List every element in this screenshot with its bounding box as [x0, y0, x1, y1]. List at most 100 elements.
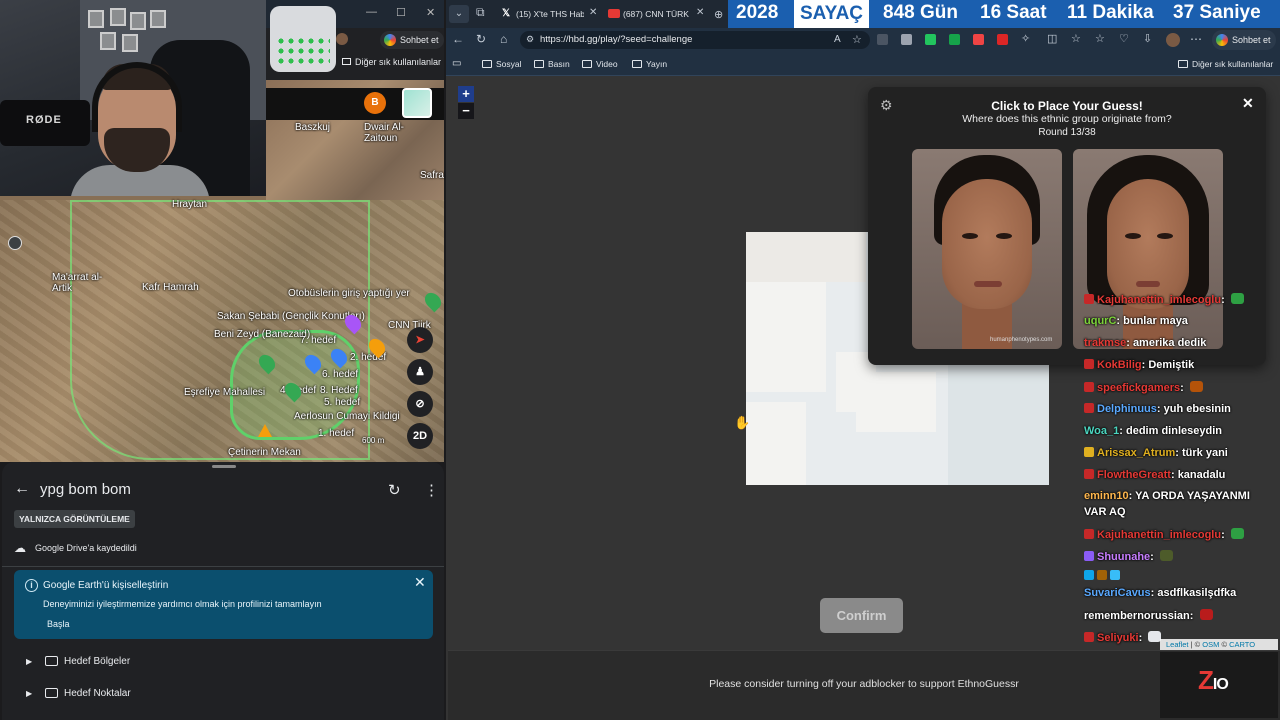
tab-close-icon[interactable]: ✕ — [589, 7, 597, 18]
pegman-icon[interactable]: ♟ — [407, 359, 433, 385]
downloads-icon[interactable]: ⇩ — [1143, 32, 1152, 45]
favorite-star-icon[interactable]: ☆ — [852, 33, 862, 46]
webcam-feed: RØDE — [0, 0, 266, 200]
bookmark-folder[interactable]: Sosyal — [496, 59, 522, 69]
expand-caret-icon[interactable]: ▶ — [26, 657, 32, 666]
scale-label: 600 m — [362, 436, 385, 445]
translate-icon[interactable]: A — [834, 34, 841, 45]
refresh-icon[interactable]: ↻ — [388, 481, 401, 499]
bookmark-folder[interactable]: Yayın — [646, 59, 667, 69]
avatar[interactable] — [1166, 33, 1180, 47]
folder-icon — [1178, 60, 1188, 68]
folder-item[interactable]: Hedef Bölgeler — [64, 656, 130, 667]
map-layers-button[interactable] — [402, 88, 432, 118]
map-land — [746, 232, 866, 282]
browser-essentials-icon[interactable]: ♡ — [1119, 32, 1129, 45]
chat-text: YA ORDA YAŞAYANMI — [1135, 490, 1250, 502]
personalize-start-link[interactable]: Başla — [47, 619, 70, 629]
panel-drag-handle[interactable] — [212, 465, 236, 468]
wall-frame — [150, 10, 166, 28]
tilt-icon[interactable]: ⊘ — [407, 391, 433, 417]
more-vert-icon[interactable]: ⋮ — [424, 481, 439, 499]
folder-icon — [45, 688, 58, 698]
site-info-icon[interactable]: ⚙ — [526, 34, 534, 45]
expand-caret-icon[interactable]: ▶ — [26, 689, 32, 698]
mini-chat-button[interactable]: Sohbet et — [380, 31, 444, 49]
tab-close-icon[interactable]: ✕ — [696, 7, 704, 18]
mini-bookmark-label: Diğer sık kullanılanlar — [355, 57, 442, 67]
marker-label: 5. hedef — [324, 397, 361, 408]
image-credit: humanphenotypes.com — [990, 337, 1053, 343]
compass-icon[interactable]: ➤ — [407, 327, 433, 353]
account-avatar[interactable]: B — [364, 92, 386, 114]
chat-message: eminn10: YA ORDA YAŞAYANMI — [1084, 490, 1250, 502]
extension-icon[interactable] — [997, 34, 1008, 45]
zoom-out-button[interactable]: − — [458, 103, 474, 119]
chat-text: asdflkasilşdfka — [1157, 587, 1237, 599]
reload-icon[interactable]: ↻ — [476, 32, 486, 46]
map-sea — [948, 362, 1049, 485]
chat-username: KokBilig — [1097, 359, 1142, 371]
location-icon[interactable] — [8, 236, 22, 250]
back-arrow-icon[interactable]: ← — [452, 32, 464, 46]
chat-text: VAR AQ — [1084, 506, 1126, 518]
extension-icon[interactable] — [901, 34, 912, 45]
close-icon[interactable]: ✕ — [426, 6, 435, 19]
tab-actions-icon[interactable]: ⧉ — [476, 5, 485, 20]
chat-button-label: Sohbet et — [1232, 35, 1271, 45]
extension-icon[interactable] — [973, 34, 984, 45]
extension-icon[interactable] — [877, 34, 888, 45]
marker-label: 1. hedef — [318, 428, 355, 439]
zoom-in-button[interactable]: + — [458, 86, 474, 102]
attribution-link[interactable]: OSM — [1202, 640, 1219, 649]
reading-view-icon[interactable]: ▭ — [452, 58, 461, 69]
tab-title[interactable]: (15) X'te THS Haber — [516, 9, 584, 19]
emote-icon — [1230, 293, 1244, 304]
collections-icon[interactable]: ☆ — [1095, 32, 1105, 45]
other-bookmarks[interactable]: Diğer sık kullanılanlar — [1192, 59, 1273, 69]
split-screen-icon[interactable]: ◫ — [1047, 32, 1057, 45]
counter-minutes: 11 Dakika — [1067, 2, 1154, 23]
attribution-link[interactable]: Leaflet — [1166, 640, 1189, 649]
place-label: Hraytan — [172, 199, 208, 210]
chat-message: KokBilig: Demiştik — [1084, 359, 1194, 371]
info-icon: i — [25, 579, 38, 592]
favorites-icon[interactable]: ☆ — [1071, 32, 1081, 45]
cloud-done-icon: ☁ — [14, 541, 26, 555]
extension-icon[interactable] — [925, 34, 936, 45]
bookmark-folder[interactable]: Video — [596, 59, 618, 69]
chat-username: Delphinuus — [1097, 403, 1157, 415]
confirm-button[interactable]: Confirm — [820, 598, 903, 633]
tab-search-icon[interactable]: ⌄ — [449, 5, 469, 23]
close-icon[interactable]: ✕ — [414, 574, 426, 591]
counter-days: 848 Gün — [883, 2, 958, 23]
map-land — [746, 402, 806, 485]
jar-balls — [276, 36, 330, 66]
warning-marker[interactable] — [258, 424, 272, 437]
chat-message: Shuunahe: — [1084, 550, 1173, 563]
mode-2d-button[interactable]: 2D — [407, 423, 433, 449]
maximize-icon[interactable]: ☐ — [396, 6, 406, 19]
wall-frame — [100, 32, 116, 50]
moderator-badge-icon — [1084, 382, 1094, 392]
chat-username: Seliyuki — [1097, 632, 1139, 644]
extension-icon[interactable] — [949, 34, 960, 45]
attribution-link[interactable]: CARTO — [1229, 640, 1255, 649]
tab-title[interactable]: (687) CNN TÜRK - C — [623, 9, 691, 19]
more-horiz-icon[interactable]: ⋯ — [1190, 32, 1202, 46]
folder-item[interactable]: Hedef Noktalar — [64, 688, 131, 699]
place-label: Çetinerin Mekan — [228, 447, 301, 458]
avatar[interactable] — [336, 33, 348, 45]
minimize-icon[interactable]: — — [366, 6, 377, 18]
readonly-badge: YALNIZCA GÖRÜNTÜLEME — [14, 510, 135, 528]
back-arrow-icon[interactable]: ← — [14, 480, 30, 498]
copilot-chat-button[interactable]: Sohbet et — [1212, 30, 1276, 50]
marker-label: 7. hedef — [300, 335, 337, 346]
moderator-badge-icon — [1084, 359, 1094, 369]
home-icon[interactable]: ⌂ — [500, 32, 507, 46]
extensions-puzzle-icon[interactable]: ✧ — [1021, 32, 1030, 45]
url-text[interactable]: https://hbd.gg/play/?seed=challenge — [540, 34, 692, 45]
bookmark-folder[interactable]: Basın — [548, 59, 570, 69]
place-label: Ma'arrat al-Artik — [52, 272, 103, 294]
mini-bookmark-folder[interactable]: Diğer sık kullanılanlar — [342, 57, 442, 71]
